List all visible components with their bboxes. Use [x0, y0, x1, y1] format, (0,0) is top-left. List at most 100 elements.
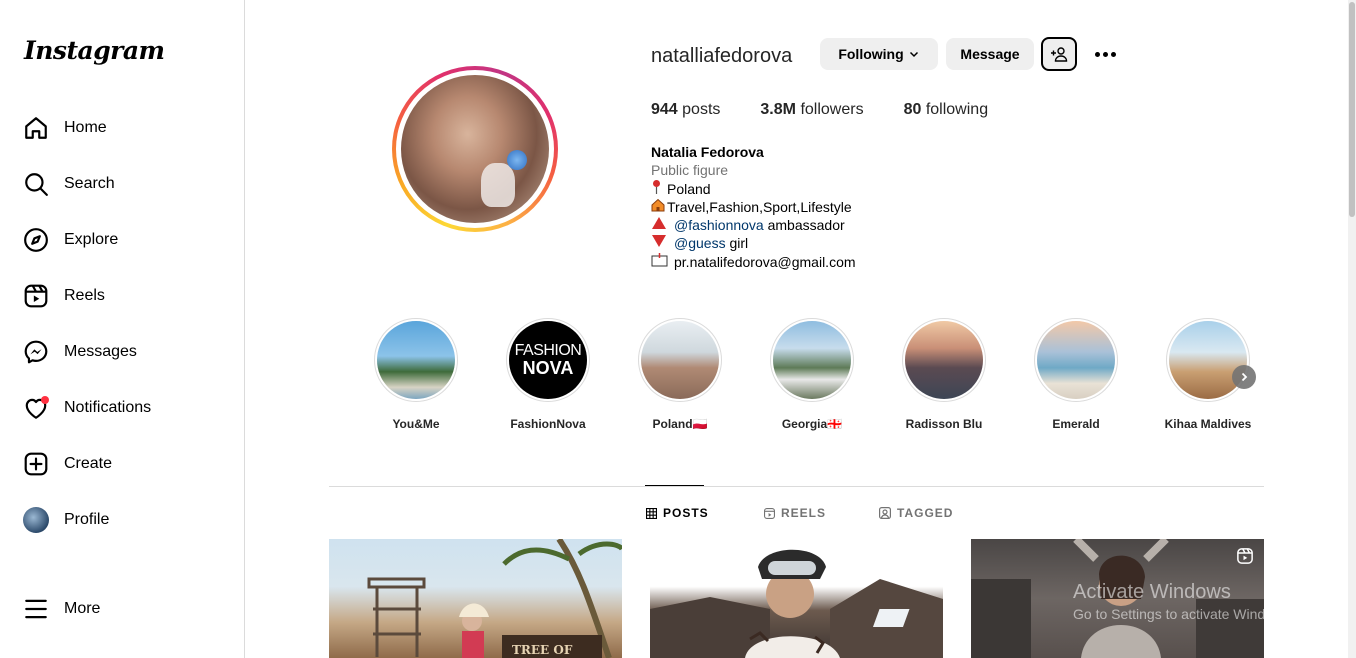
profile-avatar[interactable] — [392, 66, 558, 232]
sidebar: Instagram Home Search Explore Reels Mess… — [0, 0, 245, 658]
post-thumbnail[interactable]: TREE OF — [329, 539, 622, 658]
bio-line: Travel,Fashion,Sport,Lifestyle — [651, 198, 856, 216]
highlight-label: Poland🇵🇱 — [652, 417, 708, 431]
highlight-item[interactable]: Poland🇵🇱 — [638, 318, 722, 431]
highlight-cover: FASHION NOVA — [509, 321, 587, 399]
add-user-icon — [1051, 47, 1068, 62]
profile-username: natalliafedorova — [651, 45, 793, 67]
tab-posts[interactable]: POSTS — [646, 506, 709, 520]
sidebar-item-messages[interactable]: Messages — [12, 328, 232, 376]
plus-square-icon — [12, 440, 60, 488]
more-options-icon[interactable] — [1091, 44, 1119, 64]
sidebar-item-label: Search — [64, 175, 115, 192]
posts-stat: 944 posts — [651, 101, 721, 118]
tab-reels[interactable]: REELS — [764, 506, 826, 520]
post-sign-text: TREE OF — [512, 643, 573, 657]
suggested-users-button[interactable] — [1041, 37, 1077, 71]
grid-icon — [646, 507, 657, 519]
profile-photo — [401, 75, 549, 223]
pin-icon — [651, 179, 666, 198]
sidebar-item-label: Reels — [64, 287, 105, 304]
highlight-item[interactable]: FASHION NOVA FashionNova — [506, 318, 590, 431]
followers-stat[interactable]: 3.8M followers — [760, 101, 863, 119]
reels-icon — [764, 507, 775, 519]
profile-fullname: Natalia Fedorova — [651, 144, 764, 160]
sidebar-item-label: Home — [64, 119, 107, 136]
sidebar-item-create[interactable]: Create — [12, 440, 232, 488]
sidebar-item-label: Profile — [64, 511, 110, 528]
fashionnova-logo-line1: FASHION — [514, 342, 582, 359]
sidebar-item-label: Messages — [64, 343, 137, 360]
fashionnova-logo-line2: NOVA — [522, 358, 574, 378]
sidebar-item-reels[interactable]: Reels — [12, 272, 232, 320]
following-button[interactable]: Following — [820, 38, 938, 70]
highlight-cover — [905, 321, 983, 399]
highlight-label: FashionNova — [510, 417, 586, 431]
highlight-cover — [1037, 321, 1115, 399]
windows-activation-watermark: Activate Windows Go to Settings to activ… — [1073, 581, 1294, 622]
highlight-label: Georgia🇬🇪 — [781, 417, 843, 431]
sidebar-item-search[interactable]: Search — [12, 160, 232, 208]
chevron-down-icon — [909, 51, 918, 58]
profile-category: Public figure — [651, 162, 729, 178]
message-button[interactable]: Message — [946, 38, 1034, 70]
highlight-cover — [1169, 321, 1247, 399]
active-tab-indicator — [645, 485, 704, 486]
compass-icon — [12, 216, 60, 264]
red-triangle-up-icon — [651, 216, 673, 234]
highlight-item[interactable]: Georgia🇬🇪 — [770, 318, 854, 431]
page-scrollbar[interactable] — [1348, 0, 1356, 658]
heart-icon — [12, 384, 60, 432]
sidebar-item-label: Create — [64, 455, 113, 472]
post-thumbnail[interactable] — [650, 539, 943, 658]
bio-line: @guess girl — [651, 234, 856, 252]
chevron-right-icon — [1241, 372, 1248, 382]
tab-tagged[interactable]: TAGGED — [879, 506, 953, 520]
bio-line: @fashionnova ambassador — [651, 216, 856, 234]
house-icon — [651, 198, 666, 216]
bio-line: Poland — [651, 179, 856, 198]
reel-indicator-icon — [1236, 547, 1254, 565]
profile-stats: 944 posts 3.8M followers 80 following — [651, 101, 1028, 119]
profile-bio: Natalia Fedorova Public figure Poland Tr… — [651, 143, 856, 271]
notification-badge — [41, 396, 49, 404]
highlight-cover — [773, 321, 851, 399]
avatar — [23, 507, 49, 533]
scrollbar-thumb[interactable] — [1349, 2, 1355, 217]
tabs-divider — [329, 486, 1264, 487]
instagram-logo[interactable]: Instagram — [24, 36, 165, 65]
highlight-cover — [641, 321, 719, 399]
following-button-label: Following — [838, 46, 904, 62]
messenger-icon — [12, 328, 60, 376]
sidebar-item-more[interactable]: More — [12, 585, 232, 633]
highlight-cover — [377, 321, 455, 399]
sidebar-item-profile[interactable]: Profile — [12, 496, 232, 544]
home-icon — [12, 104, 60, 152]
tagged-icon — [879, 507, 891, 519]
sidebar-item-label: Notifications — [64, 399, 152, 416]
sidebar-item-label: More — [64, 600, 101, 617]
reels-icon — [12, 272, 60, 320]
highlight-item[interactable]: Emerald — [1034, 318, 1118, 431]
hamburger-icon — [12, 585, 60, 633]
highlight-label: Emerald — [1052, 417, 1100, 431]
following-stat[interactable]: 80 following — [904, 101, 989, 119]
sidebar-item-home[interactable]: Home — [12, 104, 232, 152]
highlight-item[interactable]: Radisson Blu — [902, 318, 986, 431]
highlight-item[interactable]: You&Me — [374, 318, 458, 431]
highlight-label: Kihaa Maldives — [1164, 417, 1252, 431]
guess-mention-link[interactable]: @guess — [674, 234, 726, 252]
sidebar-item-label: Explore — [64, 231, 119, 248]
highlight-label: You&Me — [392, 417, 440, 431]
bio-line: pr.natalifedorova@gmail.com — [651, 252, 856, 271]
mailbox-icon — [651, 252, 673, 271]
sidebar-item-explore[interactable]: Explore — [12, 216, 232, 264]
sidebar-item-notifications[interactable]: Notifications — [12, 384, 232, 432]
fashionnova-mention-link[interactable]: @fashionnova — [674, 216, 764, 234]
highlight-label: Radisson Blu — [905, 417, 983, 431]
search-icon — [12, 160, 60, 208]
email-text: pr.natalifedorova@gmail.com — [674, 253, 856, 270]
highlights-next-button[interactable] — [1232, 365, 1256, 389]
red-triangle-down-icon — [651, 234, 673, 252]
message-button-label: Message — [960, 46, 1020, 62]
